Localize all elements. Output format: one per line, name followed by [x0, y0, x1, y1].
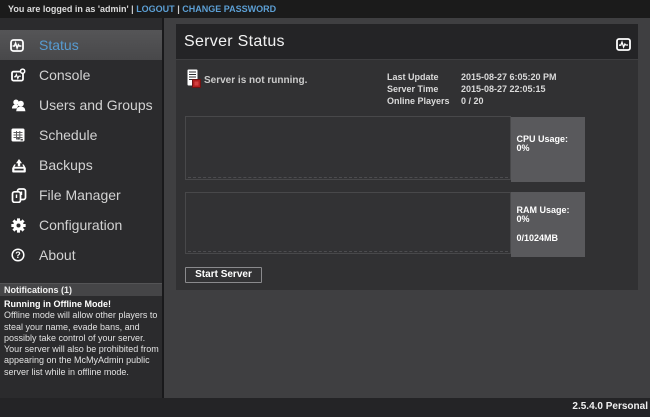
svg-text:?: ? [15, 250, 21, 260]
